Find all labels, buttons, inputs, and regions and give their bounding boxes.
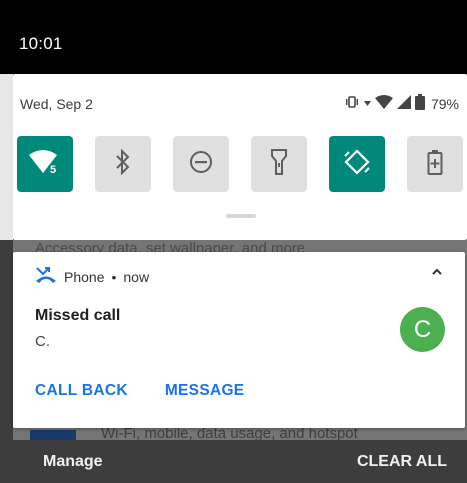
quick-settings-panel: Wed, Sep 2 79% 5 — [13, 74, 467, 240]
battery-percent: 79% — [430, 95, 459, 112]
flashlight-icon — [270, 148, 288, 181]
notification-footer: Manage CLEAR ALL — [13, 440, 467, 483]
wifi-status-icon — [374, 95, 393, 112]
call-back-button[interactable]: CALL BACK — [35, 382, 128, 400]
auto-rotate-icon — [343, 148, 371, 181]
flashlight-tile[interactable] — [251, 136, 307, 192]
data-arrow-icon — [363, 96, 371, 111]
missed-call-notification[interactable]: Phone • now Missed call C. C CALL BACK M… — [13, 252, 465, 428]
bluetooth-icon — [113, 148, 133, 180]
manage-button[interactable]: Manage — [43, 453, 103, 471]
battery-saver-icon — [427, 149, 443, 180]
drag-handle[interactable] — [226, 214, 256, 218]
status-icons: 79% — [344, 94, 459, 113]
notification-body: C. — [35, 333, 50, 350]
missed-call-icon — [35, 266, 57, 287]
quick-settings-tiles: 5 — [17, 136, 463, 192]
clock: 10:01 — [19, 34, 63, 53]
auto-rotate-tile[interactable] — [329, 136, 385, 192]
battery-saver-tile[interactable] — [407, 136, 463, 192]
clear-all-button[interactable]: CLEAR ALL — [357, 453, 447, 471]
signal-icon — [396, 95, 411, 112]
do-not-disturb-tile[interactable] — [173, 136, 229, 192]
notification-actions: CALL BACK MESSAGE — [35, 382, 244, 400]
collapse-icon[interactable] — [431, 265, 443, 283]
contact-avatar: C — [400, 307, 445, 352]
bluetooth-tile[interactable] — [95, 136, 151, 192]
wifi-tile[interactable]: 5 — [17, 136, 73, 192]
wifi-icon: 5 — [28, 149, 62, 180]
notification-time: now — [123, 268, 150, 285]
notification-separator: • — [111, 268, 117, 285]
left-edge-top — [0, 74, 13, 240]
avatar-letter: C — [413, 315, 432, 343]
battery-icon — [414, 94, 425, 113]
status-bar: 10:01 — [0, 0, 467, 74]
do-not-disturb-icon — [188, 149, 214, 180]
message-button[interactable]: MESSAGE — [165, 382, 245, 400]
notification-title: Missed call — [35, 307, 121, 324]
wifi-badge: 5 — [50, 164, 56, 175]
notification-header: Phone • now — [35, 266, 149, 287]
date-label: Wed, Sep 2 — [20, 96, 93, 112]
vibrate-icon — [344, 96, 360, 111]
notification-app-name: Phone — [64, 268, 105, 285]
